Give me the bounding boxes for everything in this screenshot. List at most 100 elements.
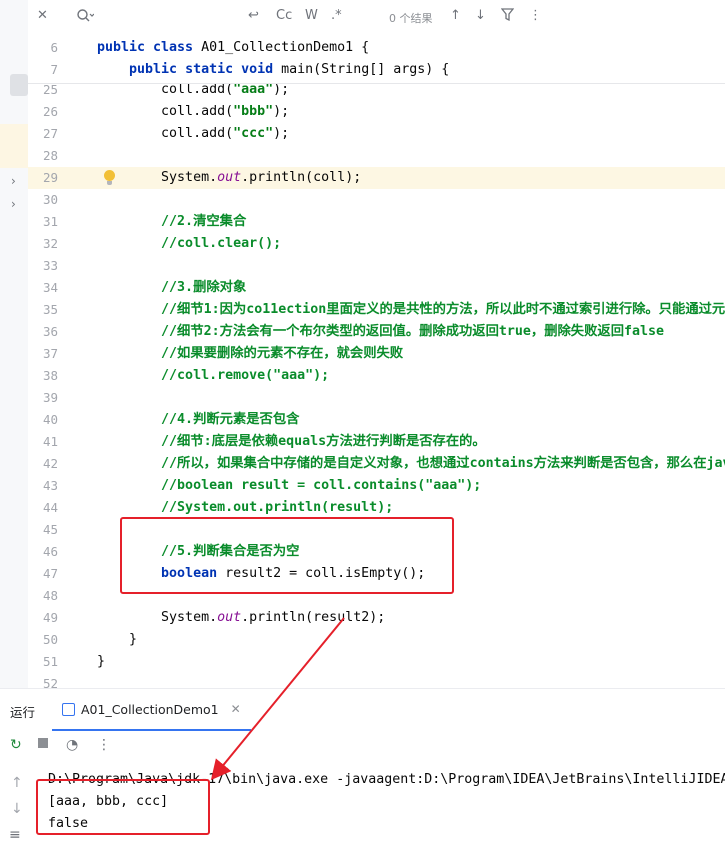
- code-line[interactable]: 42 //所以，如果集合中存储的是自定义对象，也想通过contains方法来判断…: [28, 453, 725, 475]
- line-number: 47: [42, 566, 58, 581]
- arrow-down-icon[interactable]: ↓: [11, 801, 23, 817]
- code-line[interactable]: 46 //5.判断集合是否为空: [28, 541, 725, 563]
- code-line[interactable]: 28: [28, 145, 725, 167]
- line-number: 6: [50, 40, 58, 55]
- code-token: //所以，如果集合中存储的是自定义对象，也想通过contains方法来判断是否包…: [97, 456, 725, 471]
- code-text: public class A01_CollectionDemo1 {: [97, 37, 369, 59]
- code-line[interactable]: 49 System.out.println(result2);: [28, 607, 725, 629]
- code-line[interactable]: 48: [28, 585, 725, 607]
- code-line[interactable]: 30: [28, 189, 725, 211]
- code-token: );: [273, 82, 290, 97]
- undo-icon[interactable]: ↩: [248, 8, 259, 23]
- code-text: //boolean result = coll.contains("aaa");: [97, 475, 481, 497]
- line-number: 40: [42, 412, 58, 427]
- chevron-right-icon[interactable]: ›: [11, 197, 16, 211]
- code-line[interactable]: 34 //3.删除对象: [28, 277, 725, 299]
- arrow-up-icon[interactable]: ↑: [11, 775, 23, 791]
- code-token: //coll.remove("aaa");: [97, 368, 330, 383]
- line-number: 46: [42, 544, 58, 559]
- code-line[interactable]: 43 //boolean result = coll.contains("aaa…: [28, 475, 725, 497]
- close-icon[interactable]: ✕: [231, 702, 241, 716]
- code-line[interactable]: 27 coll.add("ccc");: [28, 123, 725, 145]
- code-line[interactable]: 40 //4.判断元素是否包含: [28, 409, 725, 431]
- code-line[interactable]: 37 //如果要删除的元素不存在，就会则失败: [28, 343, 725, 365]
- soft-wrap-icon[interactable]: ≡: [9, 827, 21, 843]
- line-number: 35: [42, 302, 58, 317]
- line-number: 39: [42, 390, 58, 405]
- code-line[interactable]: 50 }: [28, 629, 725, 651]
- code-line[interactable]: 36 //细节2:方法会有一个布尔类型的返回值。删除成功返回true，删除失败返…: [28, 321, 725, 343]
- code-line[interactable]: 41 //细节:底层是依赖equals方法进行判断是否存在的。: [28, 431, 725, 453]
- code-token: );: [273, 104, 290, 119]
- search-icon[interactable]: [76, 8, 95, 28]
- code-editor[interactable]: 6 public class A01_CollectionDemo1 {7 pub…: [28, 35, 725, 691]
- run-panel-header: 运行 A01_CollectionDemo1 ✕: [0, 689, 725, 731]
- code-line[interactable]: 26 coll.add("bbb");: [28, 101, 725, 123]
- run-toolbar: ↻ ◔ ⋮: [0, 733, 725, 761]
- arrow-down-icon[interactable]: ↓: [475, 8, 486, 23]
- more-icon[interactable]: ⋮: [97, 737, 111, 753]
- code-text: //所以，如果集合中存储的是自定义对象，也想通过contains方法来判断是否包…: [97, 453, 725, 475]
- code-text: //3.删除对象: [97, 277, 246, 299]
- find-bar: ✕ ↩ Cc W .* 0 个结果 ↑ ↓ ⋮: [28, 0, 725, 36]
- code-text: }: [97, 629, 137, 651]
- code-line[interactable]: 7 public static void main(String[] args)…: [28, 59, 725, 81]
- console-output[interactable]: D:\Program\Java\jdk-17\bin\java.exe -jav…: [48, 769, 725, 835]
- stop-icon[interactable]: [37, 737, 49, 753]
- code-token: );: [273, 126, 290, 141]
- whole-word-toggle[interactable]: W: [305, 8, 318, 23]
- code-token: //5.判断集合是否为空: [97, 544, 300, 559]
- run-tab[interactable]: A01_CollectionDemo1 ✕: [52, 689, 251, 731]
- profiler-icon[interactable]: ◔: [66, 737, 78, 753]
- close-icon[interactable]: ✕: [37, 8, 48, 23]
- code-line[interactable]: 33: [28, 255, 725, 277]
- code-text: //2.清空集合: [97, 211, 246, 233]
- code-token: //System.out.println(result);: [97, 500, 394, 515]
- code-line[interactable]: 32 //coll.clear();: [28, 233, 725, 255]
- line-number: 27: [42, 126, 58, 141]
- bookmark-marker: [0, 124, 28, 168]
- project-tab[interactable]: [10, 74, 28, 96]
- code-text: //细节1:因为co11ection里面定义的是共性的方法，所以此时不通过索引进…: [97, 299, 725, 321]
- code-token: public static void: [129, 62, 282, 77]
- line-number: 34: [42, 280, 58, 295]
- line-number: 38: [42, 368, 58, 383]
- console-line: [aaa, bbb, ccc]: [48, 794, 169, 809]
- more-icon[interactable]: ⋮: [529, 8, 542, 23]
- code-line[interactable]: 6 public class A01_CollectionDemo1 {: [28, 37, 725, 59]
- sticky-lines: 6 public class A01_CollectionDemo1 {7 pub…: [28, 35, 725, 84]
- code-token: }: [97, 654, 106, 669]
- code-text: //细节2:方法会有一个布尔类型的返回值。删除成功返回true，删除失败返回fa…: [97, 321, 664, 343]
- code-token: System.: [97, 170, 218, 185]
- code-token: coll.add(: [97, 126, 234, 141]
- match-case-toggle[interactable]: Cc: [276, 8, 292, 23]
- line-number: 33: [42, 258, 58, 273]
- code-token: //boolean result = coll.contains("aaa");: [97, 478, 482, 493]
- console-side-toolbar: ↑ ↓ ≡: [0, 771, 34, 856]
- code-line[interactable]: 45: [28, 519, 725, 541]
- code-line[interactable]: 29 System.out.println(coll);: [28, 167, 725, 189]
- regex-toggle[interactable]: .*: [331, 8, 342, 23]
- filter-icon[interactable]: [500, 8, 515, 26]
- chevron-right-icon[interactable]: ›: [11, 174, 16, 188]
- code-text: //细节:底层是依赖equals方法进行判断是否存在的。: [97, 431, 486, 453]
- code-token: out: [217, 610, 242, 625]
- line-number: 36: [42, 324, 58, 339]
- code-token: //3.删除对象: [97, 280, 247, 295]
- code-line[interactable]: 51}: [28, 651, 725, 673]
- code-line[interactable]: 31 //2.清空集合: [28, 211, 725, 233]
- code-line[interactable]: 38 //coll.remove("aaa");: [28, 365, 725, 387]
- code-line[interactable]: 44 //System.out.println(result);: [28, 497, 725, 519]
- line-number: 51: [42, 654, 58, 669]
- code-token: public class: [97, 40, 202, 55]
- run-tab-label: A01_CollectionDemo1: [81, 701, 219, 717]
- code-text: boolean result2 = coll.isEmpty();: [97, 563, 425, 585]
- code-line[interactable]: 47 boolean result2 = coll.isEmpty();: [28, 563, 725, 585]
- code-line[interactable]: 35 //细节1:因为co11ection里面定义的是共性的方法，所以此时不通过…: [28, 299, 725, 321]
- rerun-icon[interactable]: ↻: [10, 737, 22, 753]
- code-token: System.: [97, 610, 218, 625]
- arrow-up-icon[interactable]: ↑: [450, 8, 461, 23]
- code-text: //coll.clear();: [97, 233, 281, 255]
- code-line[interactable]: 39: [28, 387, 725, 409]
